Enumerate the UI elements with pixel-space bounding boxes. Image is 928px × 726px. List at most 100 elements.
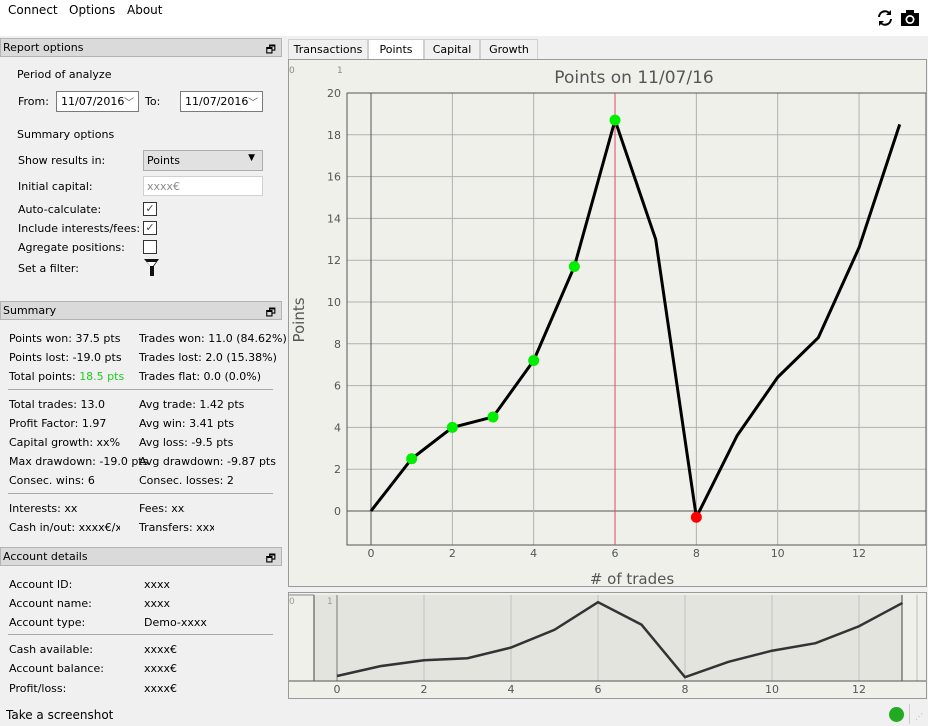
win-marker [609, 114, 621, 126]
dropdown-arrow-icon: ▼ [248, 153, 255, 163]
total-points-value: 18.5 pts [79, 370, 125, 383]
points-chart[interactable]: 0 1 Points on 11/07/16 0 2 4 6 8 10 12 14 16 18 20 0 2 4… [289, 60, 927, 588]
profit-factor: Profit Factor: 1.97 [9, 417, 107, 430]
aggregate-checkbox[interactable] [143, 240, 157, 254]
divider [8, 634, 273, 635]
include-fees-label: Include interests/fees: [18, 222, 141, 235]
corner-label: 1 [337, 66, 343, 76]
x-tick-label: 4 [530, 547, 537, 560]
fees: Fees: xxx [139, 502, 185, 515]
win-marker [487, 411, 499, 423]
x-tick-label: 12 [852, 547, 866, 560]
float-icon[interactable]: 🗗 [266, 550, 276, 569]
max-drawdown: Max drawdown: -19.0 pts [9, 455, 149, 468]
win-marker [528, 355, 540, 367]
nav-corner-label: 0 [289, 597, 295, 607]
nav-x-tick-label: 2 [421, 683, 428, 696]
y-tick-label: 4 [334, 421, 341, 434]
win-marker [406, 453, 418, 465]
cash-available-value: xxxx€ [144, 643, 178, 656]
y-tick-label: 14 [327, 212, 341, 225]
x-tick-label: 8 [693, 547, 700, 560]
cash-available-label: Cash available: [9, 643, 93, 656]
avg-trade: Avg trade: 1.42 pts [139, 398, 245, 411]
show-results-select[interactable]: Points ▼ [143, 150, 263, 171]
capital-growth: Capital growth: xx% [9, 436, 121, 449]
filter-icon[interactable] [144, 259, 159, 276]
tab-transactions[interactable]: Transactions [288, 39, 368, 60]
x-tick-label: 0 [368, 547, 375, 560]
profit-loss-label: Profit/loss: [9, 682, 67, 695]
menu-about[interactable]: About [127, 3, 162, 17]
nav-x-tick-label: 6 [595, 683, 602, 696]
total-points: Total points: 18.5 pts [9, 370, 124, 383]
report-options-title: Report options [3, 41, 84, 54]
account-type-value: Demo-xxxx [144, 616, 207, 629]
account-details-header: Account details 🗗 [0, 547, 282, 566]
x-axis-label: # of trades [590, 570, 675, 586]
initial-capital-input[interactable]: xxxx€ [143, 176, 263, 196]
y-tick-label: 18 [327, 129, 341, 142]
aggregate-label: Agregate positions: [18, 241, 125, 254]
menu-options[interactable]: Options [69, 3, 115, 17]
plot-frame [346, 92, 927, 546]
interests: Interests: xxx [9, 502, 77, 515]
chart-navigator: 0 2 4 6 8 10 12 0 1 [288, 592, 927, 699]
chevron-down-icon: ﹀ [248, 98, 258, 109]
chevron-down-icon: ﹀ [124, 98, 134, 109]
y-tick-label: 12 [327, 254, 341, 267]
points-won: Points won: 37.5 pts [9, 332, 121, 345]
float-icon[interactable]: 🗗 [266, 304, 276, 323]
tab-capital[interactable]: Capital [424, 39, 480, 60]
y-axis-label: Points [290, 297, 308, 342]
summary-title: Summary [3, 304, 57, 317]
account-id-label: Account ID: [9, 578, 73, 591]
refresh-icon[interactable] [876, 9, 894, 27]
cash-in-out: Cash in/out: xxxx€/xxx [9, 521, 120, 534]
trades-flat: Trades flat: 0.0 (0.0%) [139, 370, 262, 383]
tab-growth[interactable]: Growth [480, 39, 538, 60]
summary-header: Summary 🗗 [0, 301, 282, 320]
points-lost: Points lost: -19.0 pts [9, 351, 122, 364]
to-label: To: [145, 95, 161, 108]
divider [8, 493, 273, 494]
auto-calc-checkbox[interactable]: ✓ [143, 202, 157, 216]
account-type-label: Account type: [9, 616, 86, 629]
nav-x-tick-label: 8 [682, 683, 689, 696]
y-tick-label: 20 [327, 87, 341, 100]
consec-wins: Consec. wins: 6 [9, 474, 95, 487]
account-name-value: xxxx [144, 597, 171, 610]
avg-win: Avg win: 3.41 pts [139, 417, 235, 430]
transfers: Transfers: xxxx [139, 521, 214, 534]
initial-capital-label: Initial capital: [18, 180, 93, 193]
navigator-chart[interactable]: 0 2 4 6 8 10 12 0 1 [289, 593, 926, 698]
loss-marker [690, 511, 702, 523]
resize-grip-icon[interactable]: ⋰ [915, 712, 923, 721]
from-label: From: [18, 95, 49, 108]
win-marker [568, 260, 580, 272]
avg-loss: Avg loss: -9.5 pts [139, 436, 234, 449]
x-tick-label: 2 [449, 547, 456, 560]
include-fees-checkbox[interactable]: ✓ [143, 221, 157, 235]
tab-points[interactable]: Points [368, 39, 424, 61]
profit-loss-value: xxxx€ [144, 682, 178, 695]
nav-x-tick-label: 12 [852, 683, 866, 696]
nav-corner-label: 1 [327, 597, 333, 607]
account-id-value: xxxx [144, 578, 171, 591]
camera-icon[interactable] [900, 9, 920, 27]
y-tick-label: 6 [334, 380, 341, 393]
trades-won: Trades won: 11.0 (84.62%) [139, 332, 287, 345]
total-points-label: Total points: [9, 370, 80, 383]
menu-connect[interactable]: Connect [8, 3, 58, 17]
chart-title: Points on 11/07/16 [554, 68, 713, 88]
trades-lost: Trades lost: 2.0 (15.38%) [139, 351, 277, 364]
float-icon[interactable]: 🗗 [266, 41, 276, 60]
show-results-value: Points [147, 154, 181, 167]
report-options-header: Report options 🗗 [0, 38, 282, 57]
status-divider [909, 704, 910, 724]
to-date-picker[interactable]: 11/07/2016 ﹀ [180, 91, 263, 112]
to-date-value: 11/07/2016 [185, 95, 249, 108]
account-balance-label: Account balance: [9, 662, 104, 675]
x-tick-label: 10 [771, 547, 785, 560]
from-date-picker[interactable]: 11/07/2016 ﹀ [56, 91, 139, 112]
